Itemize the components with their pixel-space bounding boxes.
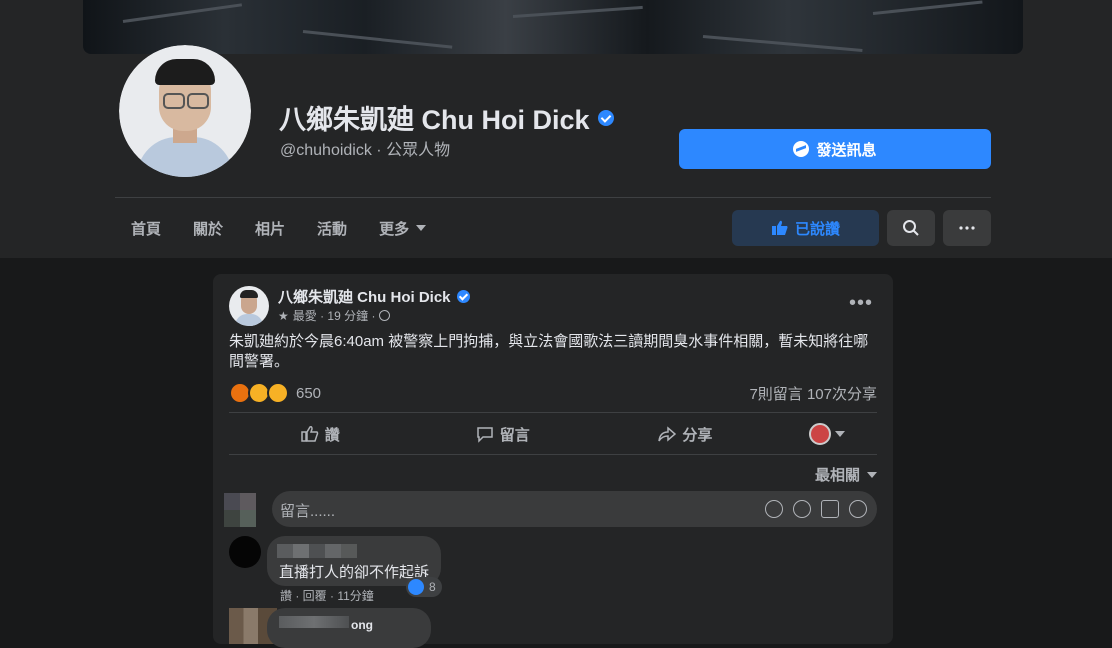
- tab-about[interactable]: 關於: [177, 208, 239, 248]
- tab-more[interactable]: 更多: [363, 208, 442, 248]
- page-title: 八鄉朱凱廸 Chu Hoi Dick: [279, 98, 614, 137]
- post-author-avatar[interactable]: [229, 286, 269, 326]
- thumbs-up-icon: [408, 579, 424, 595]
- ellipsis-icon: [959, 226, 975, 230]
- share-icon: [658, 426, 677, 442]
- divider: [115, 197, 991, 198]
- comment-like-number: 8: [429, 580, 436, 594]
- commenter-name-tail: ong: [351, 618, 373, 632]
- liked-label: 已說讚: [794, 220, 840, 238]
- like-label: 讚: [324, 426, 340, 444]
- thumbs-up-icon: [771, 220, 788, 235]
- tab-home[interactable]: 首頁: [115, 208, 177, 248]
- gif-icon[interactable]: [821, 500, 839, 518]
- chevron-down-icon: [416, 225, 427, 231]
- comment-label: 留言: [499, 426, 530, 444]
- tab-events[interactable]: 活動: [301, 208, 363, 248]
- post-meta: ★ 最愛 · 19 分鐘 ·: [278, 307, 391, 324]
- post-author-name: 八鄉朱凱廸 Chu Hoi Dick: [278, 289, 451, 306]
- post-card: 八鄉朱凱廸 Chu Hoi Dick ★ 最愛 · 19 分鐘 · ••• 朱凱…: [213, 274, 893, 648]
- commenter-name-blurred[interactable]: [277, 544, 357, 558]
- sad-reaction-icon: [267, 382, 289, 404]
- post-author[interactable]: 八鄉朱凱廸 Chu Hoi Dick: [278, 286, 470, 307]
- tab-more-label: 更多: [379, 220, 410, 238]
- comment-button[interactable]: 留言: [412, 416, 595, 452]
- like-button[interactable]: 讚: [229, 416, 412, 452]
- tab-photos[interactable]: 相片: [239, 208, 301, 248]
- share-button[interactable]: 分享: [594, 416, 777, 452]
- search-icon: [903, 220, 919, 236]
- send-message-label: 發送訊息: [816, 141, 877, 159]
- avatar-sticker-icon[interactable]: [765, 500, 783, 518]
- verified-badge-icon: [597, 109, 614, 126]
- post-text: 朱凱廸約於今晨6:40am 被警察上門拘捕，與立法會國歌法三讀期間臭水事件相關，…: [229, 333, 869, 370]
- divider: [229, 454, 877, 455]
- divider: [229, 412, 877, 413]
- send-message-button[interactable]: 發送訊息: [679, 129, 991, 169]
- post-actions: 讚 留言 分享: [229, 416, 877, 452]
- sticker-icon[interactable]: [849, 500, 867, 518]
- comment-icon: [477, 427, 493, 443]
- chevron-down-icon: [867, 471, 877, 478]
- comment-placeholder: 留言......: [280, 503, 336, 520]
- page-tabs: 首頁 關於 相片 活動 更多: [115, 208, 442, 248]
- verified-badge-icon: [456, 290, 470, 303]
- emoji-icon[interactable]: [793, 500, 811, 518]
- commenter-avatar[interactable]: [229, 536, 261, 568]
- comment-sort-dropdown[interactable]: 最相關: [815, 464, 877, 485]
- chevron-down-icon: [834, 431, 845, 437]
- comment-meta[interactable]: 讚 · 回覆 · 11分鐘: [280, 587, 374, 604]
- reaction-count: 650: [296, 384, 322, 402]
- messenger-icon: [793, 141, 810, 157]
- liked-button[interactable]: 已說讚: [732, 210, 879, 246]
- current-user-avatar[interactable]: [224, 493, 272, 527]
- comment-input[interactable]: 留言......: [272, 491, 877, 527]
- cover-photo[interactable]: [83, 0, 1023, 54]
- page-handle: @chuhoidick · 公眾人物: [280, 142, 451, 159]
- audience-selector[interactable]: [777, 416, 877, 452]
- profile-header: 八鄉朱凱廸 Chu Hoi Dick @chuhoidick · 公眾人物 發送…: [0, 0, 1112, 258]
- profile-picture[interactable]: [119, 45, 251, 177]
- thumbs-up-icon: [301, 426, 318, 442]
- reactions-summary[interactable]: 650: [229, 382, 321, 404]
- search-button[interactable]: [887, 210, 935, 246]
- page-name: 八鄉朱凱廸 Chu Hoi Dick: [279, 105, 590, 135]
- more-options-button[interactable]: [943, 210, 991, 246]
- share-label: 分享: [682, 426, 713, 444]
- star-icon: ★: [278, 308, 289, 323]
- post-options-icon[interactable]: •••: [849, 292, 873, 315]
- post-stats[interactable]: 7則留言 107次分享: [749, 383, 877, 404]
- post-timestamp[interactable]: 最愛 · 19 分鐘 ·: [293, 307, 376, 324]
- sort-label: 最相關: [814, 467, 860, 484]
- comment-text: 直播打人的卻不作起訴: [279, 564, 430, 581]
- commenter-name-blurred[interactable]: [279, 616, 349, 628]
- comment-bubble: ong: [267, 608, 431, 648]
- globe-icon: [379, 310, 391, 321]
- user-avatar-icon: [808, 423, 831, 445]
- comment-like-count[interactable]: 8: [406, 577, 442, 597]
